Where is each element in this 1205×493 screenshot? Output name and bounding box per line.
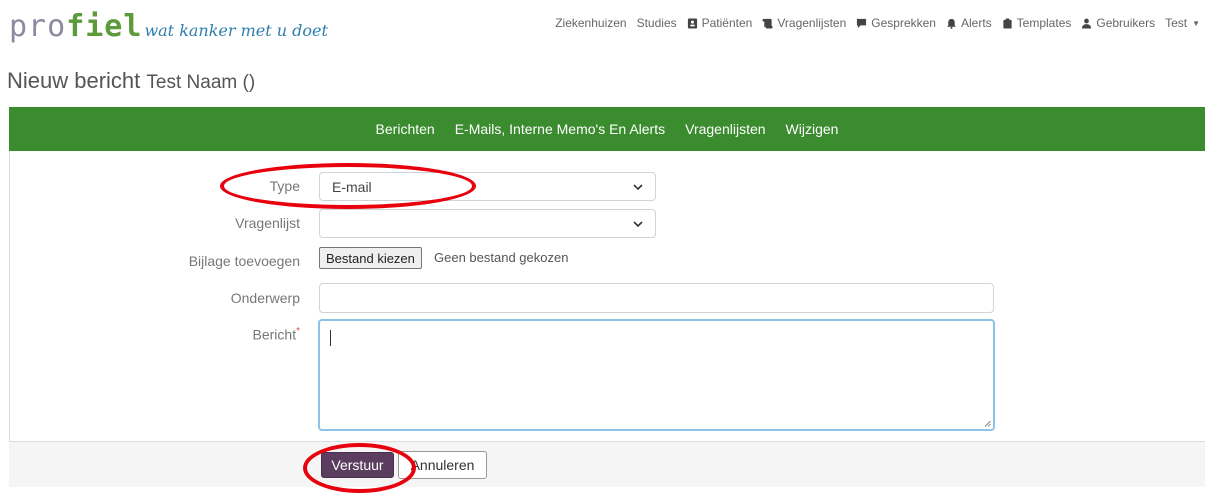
type-select[interactable]: E-mail xyxy=(319,172,656,201)
logo-wordmark: profiel xyxy=(9,9,143,44)
resize-grip-icon[interactable] xyxy=(984,420,991,427)
nav-alerts[interactable]: Alerts xyxy=(946,16,992,30)
send-button[interactable]: Verstuur xyxy=(321,452,394,478)
page-title: Nieuw bericht Test Naam () xyxy=(7,68,256,93)
scroll-icon xyxy=(762,18,773,29)
questionnaire-select[interactable] xyxy=(319,209,656,238)
nav-templates[interactable]: Templates xyxy=(1002,16,1071,30)
tab-berichten[interactable]: Berichten xyxy=(376,121,435,137)
logo-tagline: wat kanker met u doet xyxy=(144,21,328,40)
top-nav: Ziekenhuizen Studies Patiënten Vragenlij… xyxy=(555,16,1200,30)
bell-icon xyxy=(947,18,956,29)
chevron-down-icon xyxy=(633,183,643,190)
questionnaire-label: Vragenlijst xyxy=(235,215,300,231)
clipboard-icon xyxy=(1003,17,1012,29)
nav-gesprekken[interactable]: Gesprekken xyxy=(856,16,936,30)
patient-name: Test Naam () xyxy=(146,72,256,93)
section-tabs: Berichten E-Mails, Interne Memo's En Ale… xyxy=(9,107,1205,151)
file-status: Geen bestand gekozen xyxy=(434,250,569,265)
cancel-button[interactable]: Annuleren xyxy=(398,451,487,479)
chevron-down-icon xyxy=(633,220,643,227)
tab-emails-memos-alerts[interactable]: E-Mails, Interne Memo's En Alerts xyxy=(455,121,665,137)
message-label: Bericht* xyxy=(252,326,300,343)
nav-ziekenhuizen[interactable]: Ziekenhuizen xyxy=(555,16,626,30)
choose-file-button[interactable]: Bestand kiezen xyxy=(319,247,422,269)
nav-studies[interactable]: Studies xyxy=(637,16,677,30)
nav-user-menu[interactable]: Test ▼ xyxy=(1165,16,1200,30)
nav-vragenlijsten[interactable]: Vragenlijsten xyxy=(762,16,846,30)
brand-logo[interactable]: profiel wat kanker met u doet xyxy=(9,12,328,46)
comment-icon xyxy=(857,18,867,28)
subject-input[interactable] xyxy=(319,283,994,313)
caret-down-icon: ▼ xyxy=(1192,18,1200,28)
nav-gebruikers[interactable]: Gebruikers xyxy=(1081,16,1155,30)
text-cursor xyxy=(330,330,331,346)
type-label: Type xyxy=(269,178,300,194)
required-marker: * xyxy=(296,326,300,337)
user-icon xyxy=(1082,18,1092,29)
subject-label: Onderwerp xyxy=(230,290,300,306)
panel-border xyxy=(9,151,10,486)
nav-patienten[interactable]: Patiënten xyxy=(687,16,752,30)
message-textarea[interactable] xyxy=(318,319,995,431)
id-card-icon xyxy=(687,17,697,29)
tab-vragenlijsten[interactable]: Vragenlijsten xyxy=(685,121,765,137)
form-footer xyxy=(9,441,1205,487)
attachment-label: Bijlage toevoegen xyxy=(188,253,300,269)
tab-wijzigen[interactable]: Wijzigen xyxy=(786,121,839,137)
